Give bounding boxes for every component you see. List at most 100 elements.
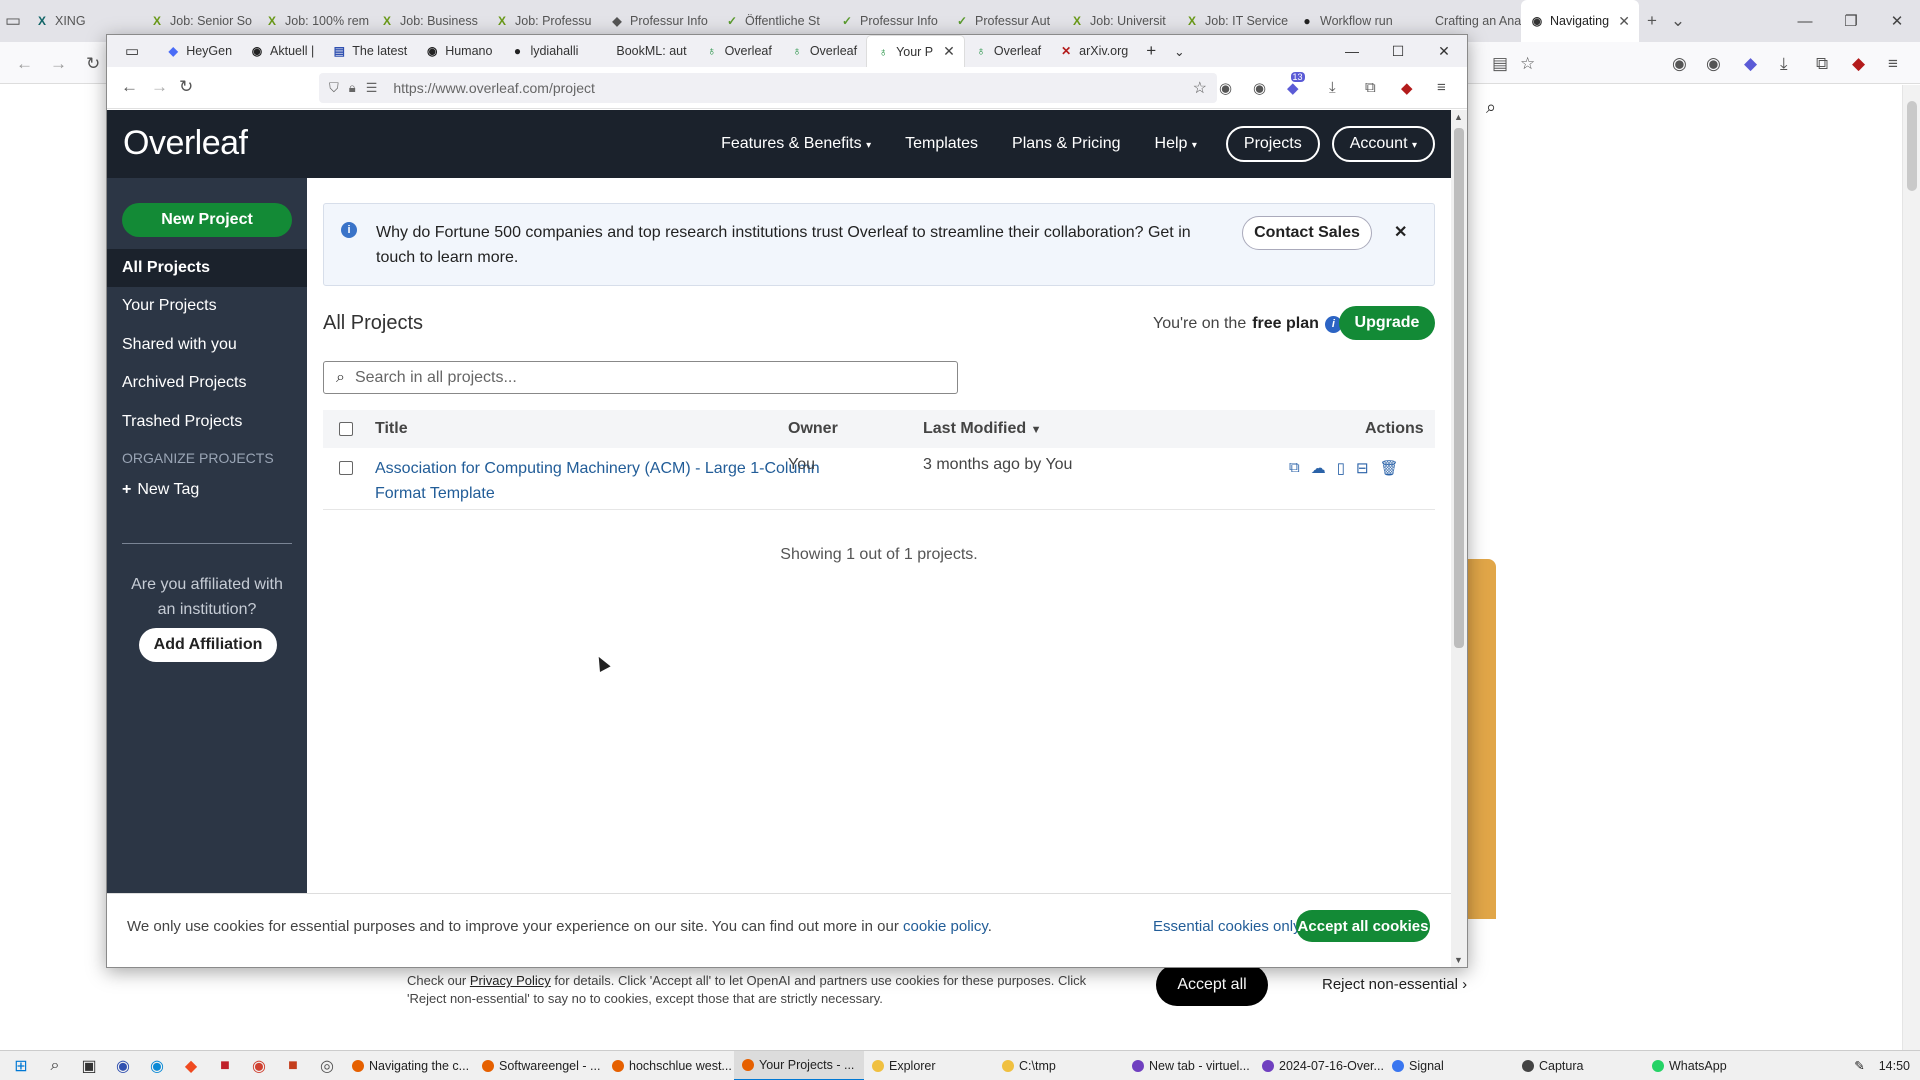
account-button[interactable]: Account ▾ — [1331, 126, 1435, 162]
project-title-link[interactable]: Association for Computing Machinery (ACM… — [375, 456, 835, 506]
sidebar-item-all-projects[interactable]: All Projects — [107, 249, 307, 287]
back-icon[interactable]: ← — [121, 77, 138, 97]
download-icon[interactable]: ⤓ — [1329, 79, 1336, 96]
star-icon[interactable]: ☆ — [1520, 54, 1535, 74]
search-icon[interactable]: ⌕ — [1486, 97, 1496, 118]
taskbar-app[interactable]: C:\tmp — [994, 1051, 1124, 1080]
close-tab-icon[interactable]: ✕ — [1618, 13, 1630, 30]
new-tab-icon[interactable]: + — [1639, 0, 1665, 42]
taskbar-app[interactable]: New tab - virtuel... — [1124, 1051, 1254, 1080]
brave-icon[interactable]: ◆ — [174, 1051, 208, 1080]
edge-icon[interactable]: ◉ — [140, 1051, 174, 1080]
minimize-icon[interactable]: — — [1782, 0, 1828, 42]
scrollbar-thumb[interactable] — [1454, 128, 1464, 648]
reload-icon[interactable]: ↻ — [179, 77, 193, 97]
clock[interactable]: 14:50 — [1879, 1059, 1910, 1073]
extension-badge-icon[interactable]: ◆ — [1287, 72, 1304, 97]
inner-tab[interactable]: ✕ arXiv.org — [1050, 35, 1137, 67]
cookie-policy-link[interactable]: cookie policy — [903, 918, 988, 935]
download-icon[interactable]: ⤓ — [1780, 54, 1788, 74]
chrome-icon[interactable]: ◉ — [242, 1051, 276, 1080]
openai-reject-button[interactable]: Reject non-essential › — [1322, 976, 1467, 993]
inner-tab[interactable]: ♁ Overleaf — [965, 35, 1050, 67]
sidebar-item-trashed[interactable]: Trashed Projects — [107, 403, 307, 441]
ublock-icon[interactable]: ◆ — [1401, 79, 1413, 97]
outer-scrollbar[interactable] — [1902, 85, 1920, 1060]
inner-tab[interactable]: ▤ The latest — [323, 35, 416, 67]
inner-tab[interactable]: ● lydiahalli — [501, 35, 587, 67]
add-affiliation-button[interactable]: Add Affiliation — [139, 628, 277, 662]
inner-tab[interactable]: ♁ Your P ✕ — [866, 35, 965, 67]
trash-icon[interactable]: 🗑︎ — [1380, 459, 1399, 477]
taskbar-app[interactable]: Navigating the c... — [344, 1051, 474, 1080]
scroll-up-icon[interactable]: ▲ — [1454, 112, 1463, 122]
back-icon[interactable]: ← — [16, 54, 33, 74]
forward-icon[interactable]: → — [50, 54, 67, 74]
row-checkbox[interactable] — [339, 461, 353, 475]
inner-tab[interactable]: ◉ Aktuell | — [241, 35, 323, 67]
pen-icon[interactable]: ✎ — [1854, 1058, 1864, 1073]
tab-list-icon[interactable]: ▭ — [107, 35, 157, 67]
account-icon[interactable]: ◉ — [1672, 54, 1687, 74]
app-icon[interactable]: ◉ — [106, 1051, 140, 1080]
reload-icon[interactable]: ↻ — [86, 54, 100, 74]
shield-icon[interactable]: ◆ — [1852, 54, 1865, 74]
download-icon[interactable]: ☁ — [1311, 459, 1326, 477]
extensions-icon[interactable]: ⧉ — [1816, 54, 1828, 74]
app-icon[interactable]: ■ — [208, 1051, 242, 1080]
taskbar-app[interactable]: Signal — [1384, 1051, 1514, 1080]
upgrade-button[interactable]: Upgrade — [1339, 306, 1435, 340]
extension-badge-icon[interactable]: ◆ — [1744, 54, 1757, 74]
extension-icon[interactable]: ◉ — [1706, 54, 1721, 74]
restore-icon[interactable]: ❐ — [1828, 0, 1874, 42]
column-title[interactable]: Title — [375, 420, 408, 438]
taskbar-app[interactable]: Your Projects - ... — [734, 1050, 864, 1080]
sidebar-item-shared[interactable]: Shared with you — [107, 326, 307, 364]
pdf-icon[interactable]: ▯ — [1337, 459, 1345, 477]
chevron-down-icon[interactable]: ⌄ — [1165, 35, 1193, 67]
minimize-icon[interactable]: — — [1329, 35, 1375, 67]
menu-features[interactable]: Features & Benefits ▾ — [704, 135, 888, 153]
menu-templates[interactable]: Templates — [888, 135, 995, 153]
menu-help[interactable]: Help ▾ — [1138, 135, 1214, 153]
taskbar-app[interactable]: 2024-07-16-Over... — [1254, 1051, 1384, 1080]
app-icon[interactable]: ◎ — [310, 1051, 344, 1080]
inner-tab[interactable]: ◉ Humano — [416, 35, 501, 67]
new-tag-button[interactable]: + New Tag — [122, 481, 199, 499]
scrollbar-thumb[interactable] — [1907, 101, 1917, 191]
page-scrollbar[interactable]: ▲ ▼ — [1451, 110, 1467, 967]
search-icon[interactable]: ⌕ — [38, 1051, 72, 1080]
new-tab-icon[interactable]: + — [1137, 35, 1165, 67]
tracking-shield-icon[interactable]: ⛉ — [329, 80, 339, 96]
powerpoint-icon[interactable]: ■ — [276, 1051, 310, 1080]
taskbar-app[interactable]: Softwareengel - ... — [474, 1051, 604, 1080]
contact-sales-button[interactable]: Contact Sales — [1242, 216, 1372, 250]
column-owner[interactable]: Owner — [788, 420, 838, 438]
copy-icon[interactable]: ⧉ — [1289, 459, 1300, 477]
taskbar-app[interactable]: WhatsApp — [1644, 1051, 1774, 1080]
reader-icon[interactable]: ▤ — [1492, 54, 1508, 74]
task-view-icon[interactable]: ▣ — [72, 1051, 106, 1080]
account-icon[interactable]: ◉ — [1219, 79, 1232, 97]
menu-icon[interactable]: ≡ — [1437, 79, 1446, 96]
url-text[interactable]: https://www.overleaf.com/project — [393, 80, 595, 96]
overleaf-logo[interactable]: Overleaf — [123, 124, 248, 163]
select-all-checkbox[interactable] — [339, 422, 353, 436]
projects-button[interactable]: Projects — [1225, 126, 1320, 162]
search-input[interactable] — [354, 368, 915, 387]
outer-tab[interactable]: ◉ Navigating ✕ — [1521, 0, 1639, 42]
chevron-down-icon[interactable]: ⌄ — [1665, 0, 1691, 42]
openai-accept-all-button[interactable]: Accept all — [1156, 964, 1268, 1006]
windows-start-icon[interactable]: ⊞ — [4, 1051, 38, 1080]
close-icon[interactable]: ✕ — [1394, 222, 1407, 242]
extensions-icon[interactable]: ⧉ — [1365, 79, 1376, 96]
archive-icon[interactable]: ⊟ — [1356, 459, 1369, 477]
essential-cookies-link[interactable]: Essential cookies only — [1153, 918, 1301, 935]
inner-tab[interactable]: ◆ HeyGen — [157, 35, 241, 67]
close-icon[interactable]: ✕ — [1874, 0, 1920, 42]
sidebar-item-archived[interactable]: Archived Projects — [107, 364, 307, 402]
inner-tab[interactable]: ♁ Overleaf — [781, 35, 866, 67]
tab-list-icon[interactable]: ▭ — [0, 0, 26, 42]
permissions-icon[interactable]: ☰ — [366, 80, 378, 96]
privacy-policy-link[interactable]: Privacy Policy — [470, 973, 551, 988]
